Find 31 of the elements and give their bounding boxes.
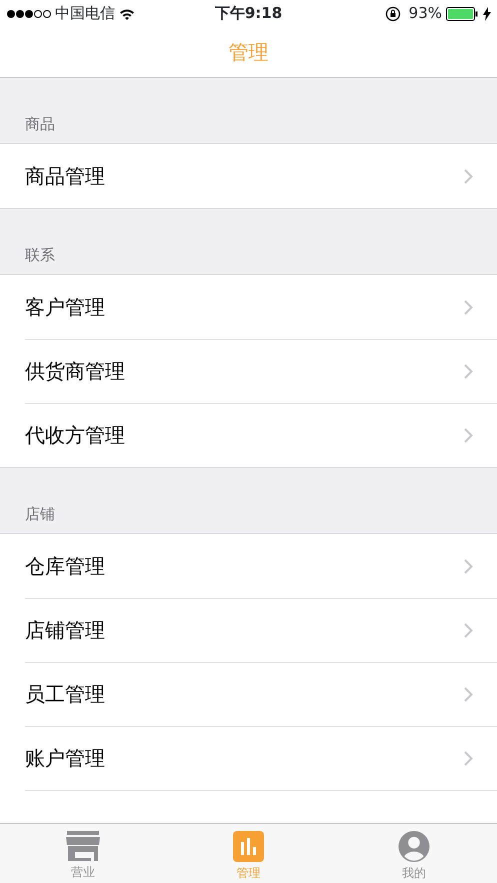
chevron-right-icon — [464, 686, 473, 702]
section-header: 商品 — [25, 114, 55, 134]
chevron-right-icon — [464, 428, 473, 442]
store-icon — [66, 831, 100, 861]
section-header: 联系 — [25, 244, 55, 266]
battery-icon — [446, 6, 479, 20]
section-header: 店铺 — [25, 504, 55, 524]
nav-title: 管理 — [228, 39, 268, 66]
rotation-lock-icon — [384, 6, 401, 22]
signal-icon — [6, 8, 51, 18]
chevron-right-icon — [464, 168, 473, 184]
list-item[interactable]: 商品管理 — [0, 144, 497, 208]
chevron-right-icon — [464, 750, 473, 766]
chevron-right-icon — [464, 300, 473, 314]
charging-icon — [483, 6, 491, 20]
list-item[interactable]: 店铺管理 — [0, 598, 497, 662]
profile-icon — [398, 831, 430, 862]
list-item[interactable]: 供货商管理 — [0, 339, 497, 403]
battery-percent: 93% — [408, 3, 442, 24]
list-item[interactable]: 仓库管理 — [0, 534, 497, 598]
bar-chart-icon — [233, 831, 264, 862]
list-item[interactable]: 账户管理 — [0, 726, 497, 790]
chevron-right-icon — [464, 622, 473, 638]
list-item[interactable]: 客户管理 — [0, 275, 497, 339]
carrier-name: 中国电信 — [55, 3, 115, 24]
chevron-right-icon — [464, 364, 473, 378]
status-time: 下午9:18 — [214, 3, 282, 24]
list-item[interactable]: 代收方管理 — [0, 403, 497, 467]
chevron-right-icon — [464, 558, 473, 574]
wifi-icon — [119, 8, 135, 20]
list-item[interactable]: 员工管理 — [0, 662, 497, 726]
